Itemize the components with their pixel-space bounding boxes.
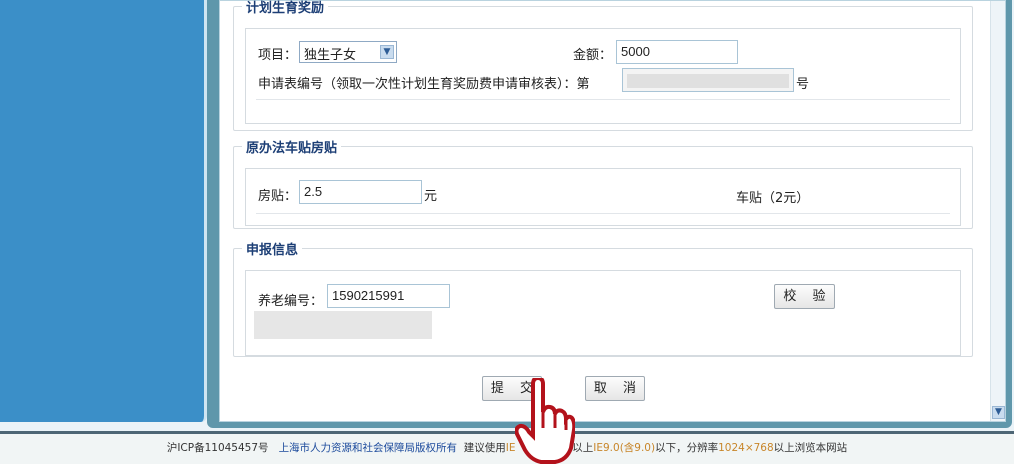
redacted-info: [254, 311, 432, 339]
subsidy-legend: 原办法车贴房贴: [246, 141, 338, 156]
advice-prefix: 建议使用: [463, 442, 506, 454]
housing-unit: 元: [424, 189, 438, 204]
form-no-suffix: 号: [796, 77, 810, 92]
declaration-group: 申报信息 养老编号： 1590215991 校 验: [233, 239, 973, 357]
amount-label: 金额：: [573, 48, 613, 63]
housing-label: 房贴：: [258, 189, 298, 204]
declaration-legend: 申报信息: [246, 243, 299, 258]
divider: [256, 213, 950, 214]
form-no-input[interactable]: [622, 68, 794, 92]
family-planning-group: 计划生育奖励 项目： 独生子女 ▼ 金额： 5000 申请表编号（领取一次性计划…: [233, 0, 973, 131]
form-panel: 计划生育奖励 项目： 独生子女 ▼ 金额： 5000 申请表编号（领取一次性计划…: [219, 0, 1006, 422]
family-planning-legend: 计划生育奖励: [246, 1, 325, 16]
main-frame: 计划生育奖励 项目： 独生子女 ▼ 金额： 5000 申请表编号（领取一次性计划…: [207, 0, 1012, 428]
resolution: 1024×768: [718, 442, 774, 454]
scroll-down-icon[interactable]: ▼: [992, 406, 1005, 419]
item-label: 项目：: [258, 48, 298, 63]
pension-no-label: 养老编号：: [258, 294, 324, 309]
footer-tail: 以上浏览本网站: [773, 442, 848, 454]
hand-pointer-icon: [515, 378, 575, 464]
subsidy-box: 房贴： 2.5 元 车贴（2元）: [245, 168, 961, 226]
vertical-scrollbar[interactable]: ▼: [990, 1, 1005, 421]
footer: 沪ICP备11045457号 上海市人力资源和社会保障局版权所有 建议使用IE 0…: [0, 431, 1014, 464]
housing-input[interactable]: 2.5: [299, 180, 422, 204]
chevron-down-icon[interactable]: ▼: [380, 45, 394, 59]
footer-mid: 以下，分辨率: [655, 442, 719, 454]
item-select-value: 独生子女: [304, 48, 357, 63]
cancel-button[interactable]: 取 消: [585, 376, 645, 401]
copyright-link[interactable]: 上海市人力资源和社会保障局版权所有: [279, 442, 458, 454]
subsidy-group: 原办法车贴房贴 房贴： 2.5 元 车贴（2元）: [233, 137, 973, 229]
amount-input[interactable]: 5000: [616, 40, 738, 64]
form-no-label: 申请表编号（领取一次性计划生育奖励费申请审核表）：第: [258, 77, 590, 92]
divider: [256, 99, 950, 100]
car-subsidy-label: 车贴（2元）: [736, 191, 810, 206]
declaration-box: 养老编号： 1590215991 校 验: [245, 270, 961, 356]
verify-button[interactable]: 校 验: [774, 284, 835, 309]
item-select[interactable]: 独生子女 ▼: [299, 41, 397, 63]
pension-no-input[interactable]: 1590215991: [327, 284, 450, 308]
icp-number: 沪ICP备11045457号: [166, 442, 269, 454]
left-sidebar: [0, 0, 207, 422]
ie-high: IE9.0(含9.0): [593, 442, 656, 454]
family-planning-box: 项目： 独生子女 ▼ 金额： 5000 申请表编号（领取一次性计划生育奖励费申请…: [245, 28, 961, 124]
